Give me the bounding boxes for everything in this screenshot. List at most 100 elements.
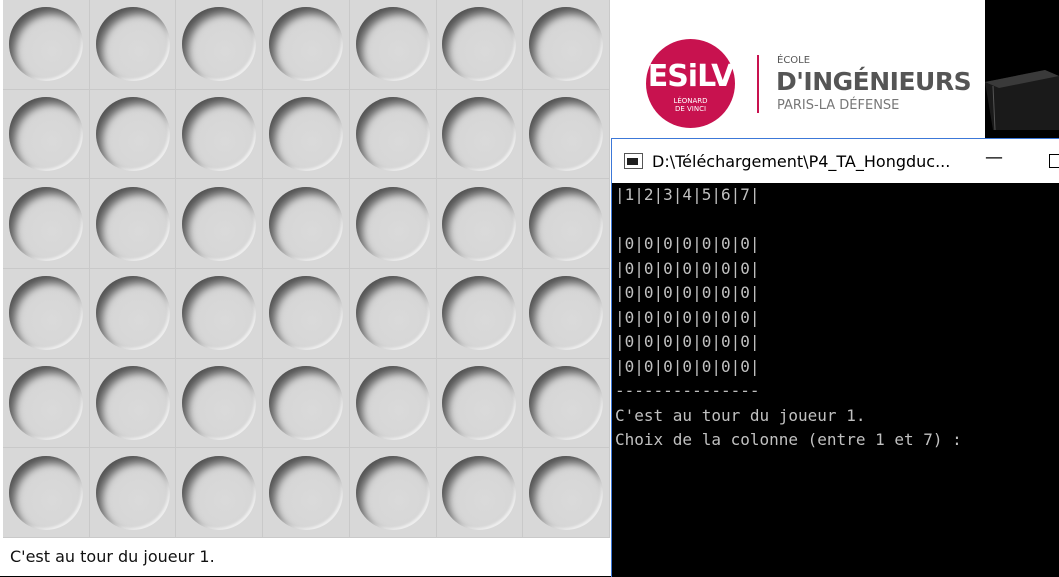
empty-slot (355, 276, 430, 351)
console-line: |0|0|0|0|0|0|0| (615, 307, 760, 327)
board-cell[interactable] (263, 179, 350, 269)
board-cell[interactable] (89, 448, 177, 538)
board-cell[interactable] (436, 358, 524, 449)
board-cell[interactable] (263, 268, 350, 359)
empty-slot (355, 365, 430, 440)
empty-slot (529, 365, 604, 440)
board-cell[interactable] (3, 448, 90, 538)
board-cell[interactable] (3, 358, 90, 449)
empty-slot (8, 7, 83, 82)
empty-slot (355, 186, 430, 261)
board-cell[interactable] (436, 179, 524, 269)
logo-mark: ESiLV (647, 59, 735, 94)
console-line: C'est au tour du joueur 1. (615, 405, 866, 425)
empty-slot (182, 96, 257, 171)
empty-slot (95, 186, 170, 261)
empty-slot (442, 276, 517, 351)
empty-slot (95, 276, 170, 351)
game-status-text: C'est au tour du joueur 1. (10, 547, 215, 566)
empty-slot (8, 276, 83, 351)
maximize-button[interactable] (1049, 154, 1059, 168)
console-app-icon (624, 153, 643, 169)
console-line: |0|0|0|0|0|0|0| (615, 234, 760, 253)
board-cell[interactable] (523, 358, 610, 449)
board-cell[interactable] (3, 0, 90, 90)
board-cell[interactable] (349, 268, 437, 359)
console-line: |0|0|0|0|0|0|0| (615, 332, 760, 351)
board-cell[interactable] (349, 89, 437, 180)
board-cell[interactable] (263, 358, 350, 449)
empty-slot (182, 365, 257, 440)
board-cell[interactable] (89, 268, 177, 359)
empty-slot (529, 7, 604, 82)
board-cell[interactable] (89, 0, 177, 90)
board-cell[interactable] (176, 0, 264, 90)
board-cell[interactable] (349, 179, 437, 269)
board-cell[interactable] (523, 448, 610, 538)
empty-slot (529, 96, 604, 171)
console-line: |0|0|0|0|0|0|0| (615, 283, 760, 302)
board-cell[interactable] (89, 89, 177, 180)
empty-slot (355, 455, 430, 530)
empty-slot (95, 7, 170, 82)
console-window[interactable]: D:\Téléchargement\P4_TA_Hongduc... — |1|… (611, 138, 1059, 577)
logo-mark-sub: LÉONARD DE VINCI (673, 97, 708, 113)
board-cell[interactable] (263, 89, 350, 180)
console-line: |1|2|3|4|5|6|7| (615, 185, 760, 204)
logo-divider (757, 55, 759, 113)
console-window-title: D:\Téléchargement\P4_TA_Hongduc... (652, 152, 951, 171)
empty-slot (95, 365, 170, 440)
empty-slot (182, 7, 257, 82)
board-cell[interactable] (89, 358, 177, 449)
empty-slot (442, 96, 517, 171)
empty-slot (268, 186, 343, 261)
board-cell[interactable] (349, 358, 437, 449)
board-cell[interactable] (436, 0, 524, 90)
connect-four-board[interactable] (3, 0, 610, 538)
board-cell[interactable] (263, 0, 350, 90)
console-line: --------------- (615, 381, 760, 400)
minimize-button[interactable]: — (984, 149, 1004, 171)
empty-slot (182, 276, 257, 351)
board-cell[interactable] (436, 89, 524, 180)
board-cell[interactable] (89, 179, 177, 269)
board-cell[interactable] (3, 89, 90, 180)
board-cell[interactable] (176, 89, 264, 180)
board-cell[interactable] (349, 0, 437, 90)
logo-circle: ESiLV LÉONARD DE VINCI (646, 39, 735, 128)
empty-slot (8, 365, 83, 440)
board-cell[interactable] (176, 358, 264, 449)
school-line-3: PARIS-LA DÉFENSE (777, 98, 900, 113)
empty-slot (268, 365, 343, 440)
console-output[interactable]: |1|2|3|4|5|6|7| |0|0|0|0|0|0|0| |0|0|0|0|0… (615, 183, 962, 453)
board-cell[interactable] (436, 268, 524, 359)
board-cell[interactable] (3, 268, 90, 359)
empty-slot (8, 455, 83, 530)
console-line: Choix de la colonne (entre 1 et 7) : (615, 430, 962, 449)
empty-slot (355, 7, 430, 82)
board-cell[interactable] (523, 179, 610, 269)
board-cell[interactable] (349, 448, 437, 538)
board-cell[interactable] (523, 0, 610, 90)
school-line-2: D'INGÉNIEURS (776, 67, 972, 96)
empty-slot (529, 276, 604, 351)
empty-slot (355, 96, 430, 171)
board-cell[interactable] (176, 179, 264, 269)
board-cell[interactable] (523, 89, 610, 180)
board-cell[interactable] (3, 179, 90, 269)
board-cell[interactable] (523, 268, 610, 359)
desktop-background-shape (985, 70, 1059, 130)
empty-slot (268, 276, 343, 351)
empty-slot (8, 186, 83, 261)
board-cell[interactable] (436, 448, 524, 538)
empty-slot (268, 7, 343, 82)
board-cell[interactable] (263, 448, 350, 538)
esilv-logo: ESiLV LÉONARD DE VINCI ÉCOLE D'INGÉNIEUR… (611, 0, 985, 140)
empty-slot (268, 96, 343, 171)
empty-slot (442, 455, 517, 530)
board-cell[interactable] (176, 268, 264, 359)
console-titlebar[interactable]: D:\Téléchargement\P4_TA_Hongduc... — (612, 139, 1059, 183)
empty-slot (268, 455, 343, 530)
board-cell[interactable] (176, 448, 264, 538)
